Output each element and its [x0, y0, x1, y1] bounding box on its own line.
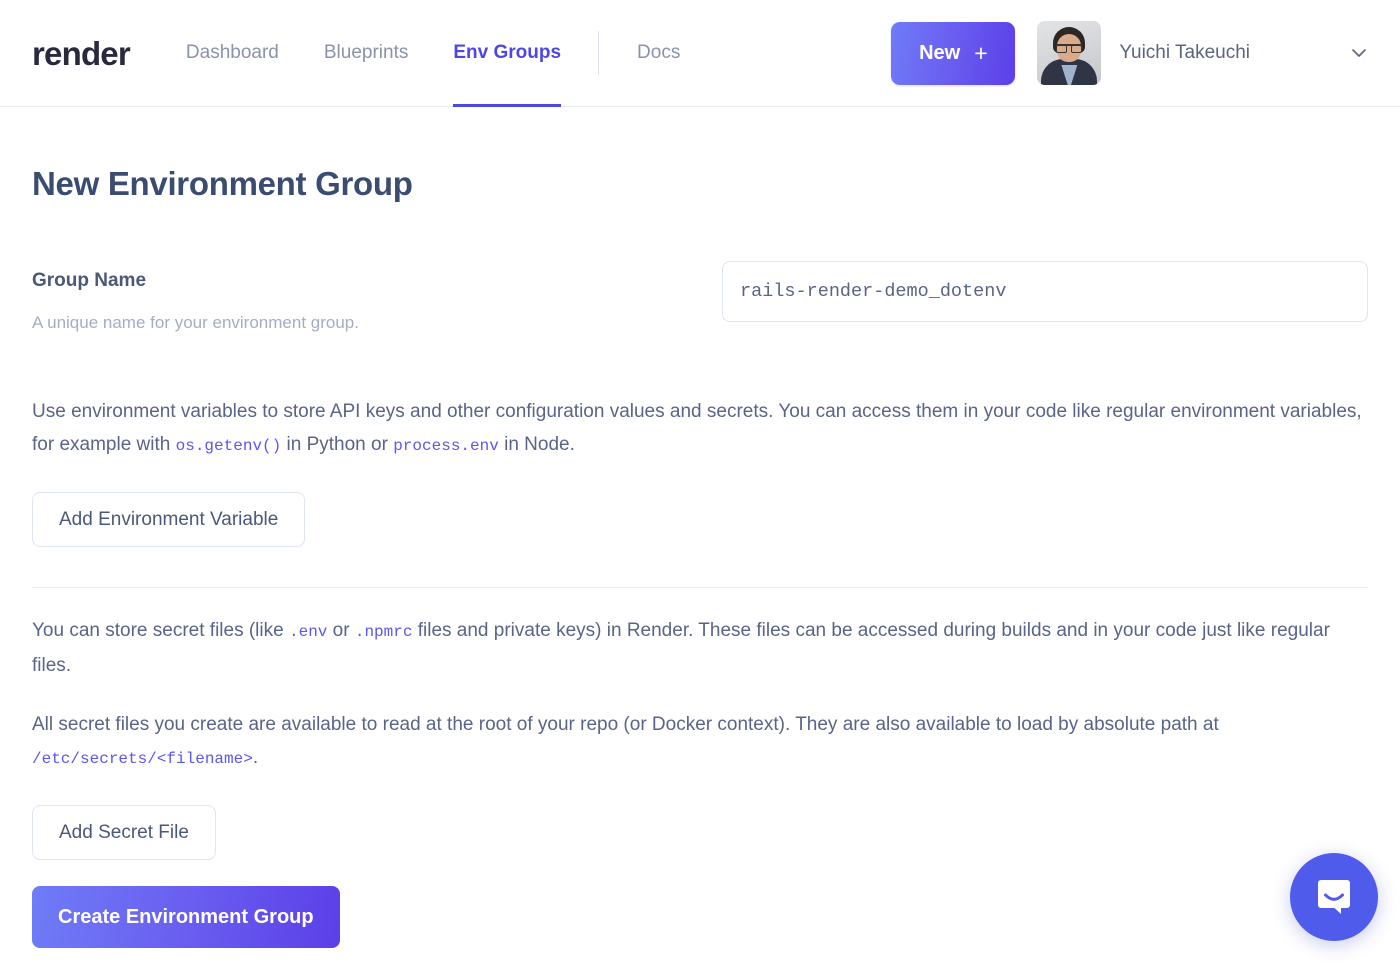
code-etc-secrets-path: /etc/secrets/<filename>: [32, 750, 253, 768]
chat-bubble-smile-icon: [1318, 880, 1350, 914]
page-title: New Environment Group: [32, 165, 413, 202]
nav-item-blueprints[interactable]: Blueprints: [324, 0, 409, 107]
group-name-field-row: Group Name A unique name for your enviro…: [32, 261, 1368, 333]
env-var-description: Use environment variables to store API k…: [32, 395, 1368, 463]
new-button-label: New: [919, 41, 961, 64]
avatar-glasses: [1056, 44, 1083, 53]
nav-item-blueprints-label: Blueprints: [323, 42, 409, 63]
code-os-getenv: os.getenv(): [175, 437, 282, 455]
secret-files-description-2: All secret files you create are availabl…: [32, 708, 1368, 776]
add-secret-file-button[interactable]: Add Secret File: [32, 805, 216, 860]
secret-files-p2-part1: All secret files you create are availabl…: [32, 714, 1219, 735]
secret-files-p1-part1: You can store secret files (like: [32, 620, 289, 641]
group-name-input[interactable]: [722, 261, 1368, 322]
group-name-labels: Group Name A unique name for your enviro…: [32, 261, 722, 333]
render-logo[interactable]: render: [32, 37, 131, 70]
intercom-launcher-button[interactable]: [1290, 853, 1378, 941]
section-divider: [32, 587, 1368, 588]
group-name-label: Group Name: [32, 270, 147, 291]
secret-files-p2-part2: .: [252, 747, 259, 768]
nav-item-dashboard-label: Dashboard: [185, 42, 279, 63]
env-var-desc-part3: in Node.: [498, 434, 575, 455]
nav-item-docs[interactable]: Docs: [637, 0, 680, 107]
new-button[interactable]: New +: [891, 21, 1016, 85]
primary-nav: Dashboard Blueprints Env Groups Docs: [186, 0, 680, 107]
nav-item-docs-label: Docs: [637, 42, 681, 63]
nav-item-env-groups-label: Env Groups: [453, 42, 562, 63]
create-environment-group-button[interactable]: Create Environment Group: [32, 886, 340, 948]
chevron-down-icon[interactable]: [1350, 44, 1368, 62]
user-name[interactable]: Yuichi Takeuchi: [1119, 42, 1250, 64]
code-process-env: process.env: [393, 437, 499, 455]
header-actions: New + Yuichi Takeuchi: [891, 21, 1368, 85]
page-root: render Dashboard Blueprints Env Groups D…: [0, 0, 1400, 963]
nav-item-dashboard[interactable]: Dashboard: [186, 0, 279, 107]
code-dot-env: .env: [288, 623, 328, 641]
add-environment-variable-button[interactable]: Add Environment Variable: [32, 492, 306, 547]
avatar[interactable]: [1037, 21, 1102, 85]
group-name-help: A unique name for your environment group…: [32, 313, 359, 332]
plus-icon: +: [974, 39, 988, 66]
top-navbar: render Dashboard Blueprints Env Groups D…: [0, 0, 1400, 107]
secret-files-p1-part2: or: [327, 620, 355, 641]
nav-divider: [598, 31, 600, 75]
nav-item-env-groups[interactable]: Env Groups: [453, 0, 561, 107]
env-var-desc-part2: in Python or: [281, 434, 394, 455]
submit-row: Create Environment Group: [32, 860, 1368, 948]
main-content: New Environment Group Group Name A uniqu…: [0, 165, 1400, 948]
code-dot-npmrc: .npmrc: [354, 623, 413, 641]
secret-files-description-1: You can store secret files (like .env or…: [32, 614, 1368, 682]
